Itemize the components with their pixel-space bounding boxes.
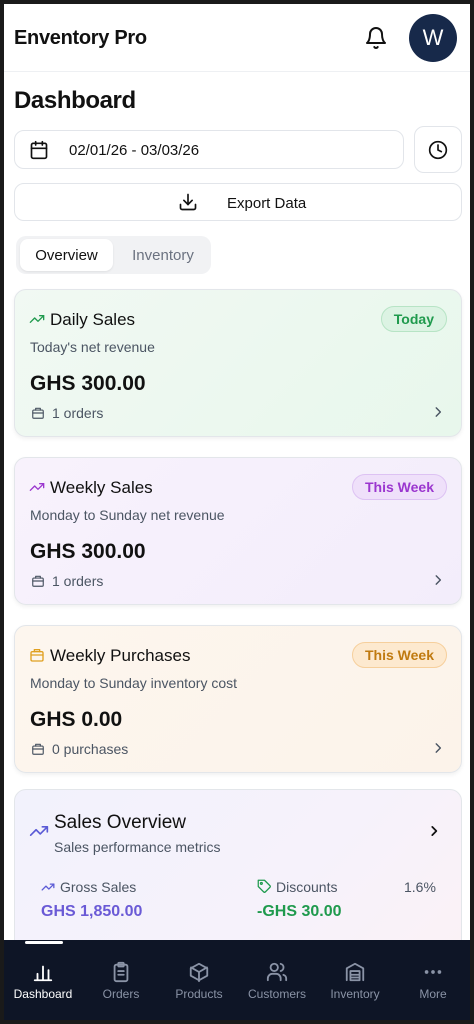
avatar[interactable]: W bbox=[409, 14, 457, 62]
trending-up-icon bbox=[29, 826, 49, 837]
nav-label: Orders bbox=[102, 987, 140, 1001]
export-data-label: Export Data bbox=[227, 195, 307, 212]
users-icon bbox=[266, 962, 288, 982]
history-button[interactable] bbox=[414, 126, 462, 173]
card-subtitle: Monday to Sunday net revenue bbox=[30, 507, 225, 523]
overview-subtitle: Sales performance metrics bbox=[54, 839, 221, 855]
nav-label: Products bbox=[175, 987, 223, 1001]
nav-customers[interactable]: Customers bbox=[238, 940, 316, 1020]
period-badge: This Week bbox=[352, 642, 447, 668]
sales-overview-card[interactable]: Sales Overview Sales performance metrics… bbox=[14, 789, 462, 959]
clock-icon bbox=[428, 140, 448, 160]
nav-more[interactable]: More bbox=[394, 940, 470, 1020]
package-icon bbox=[30, 649, 44, 662]
nav-orders[interactable]: Orders bbox=[82, 940, 160, 1020]
top-bar: Enventory Pro W bbox=[4, 4, 470, 72]
nav-label: Dashboard bbox=[13, 987, 73, 1001]
calendar-icon bbox=[30, 140, 48, 160]
nav-label: Inventory bbox=[330, 987, 380, 1001]
page-title: Dashboard bbox=[14, 87, 136, 114]
card-amount: GHS 300.00 bbox=[30, 372, 146, 395]
discounts-percent: 1.6% bbox=[404, 879, 436, 895]
trending-up-icon bbox=[41, 883, 55, 891]
overview-title: Sales Overview bbox=[54, 812, 186, 833]
daily-sales-card[interactable]: Daily Sales Today Today's net revenue GH… bbox=[14, 289, 462, 437]
chevron-right-icon bbox=[435, 407, 442, 417]
tag-icon bbox=[257, 879, 271, 893]
card-count: 0 purchases bbox=[52, 741, 129, 757]
nav-label: Customers bbox=[247, 987, 306, 1001]
chevron-right-icon bbox=[435, 743, 442, 753]
tab-inventory[interactable]: Inventory bbox=[118, 239, 208, 271]
date-range-text: 02/01/26 - 03/03/26 bbox=[69, 142, 200, 159]
period-badge: This Week bbox=[352, 474, 447, 500]
period-badge: Today bbox=[380, 306, 447, 332]
gross-sales-value: GHS 1,850.00 bbox=[41, 903, 143, 920]
app-title: Enventory Pro bbox=[14, 27, 147, 49]
card-count: 1 orders bbox=[52, 573, 104, 589]
chevron-right-icon[interactable] bbox=[427, 823, 441, 839]
app-frame: Enventory Pro W Dashboard 02/01/26 - 03/… bbox=[4, 4, 470, 1020]
card-subtitle: Monday to Sunday inventory cost bbox=[30, 675, 238, 691]
chevron-right-icon bbox=[435, 575, 442, 585]
nav-label: More bbox=[419, 987, 447, 1001]
tab-overview[interactable]: Overview bbox=[20, 239, 113, 271]
card-amount: GHS 300.00 bbox=[30, 540, 146, 563]
bar-chart-icon bbox=[33, 965, 53, 982]
gross-sales-label: Gross Sales bbox=[60, 879, 137, 895]
date-range-picker[interactable]: 02/01/26 - 03/03/26 bbox=[14, 130, 404, 169]
box-icon bbox=[189, 962, 209, 983]
export-data-button[interactable]: Export Data bbox=[14, 183, 462, 221]
weekly-purchases-card[interactable]: Weekly Purchases This Week Monday to Sun… bbox=[14, 625, 462, 773]
card-subtitle: Today's net revenue bbox=[30, 339, 155, 355]
download-icon bbox=[179, 193, 197, 211]
package-icon bbox=[32, 743, 44, 755]
nav-inventory[interactable]: Inventory bbox=[316, 940, 394, 1020]
card-title: Weekly Purchases bbox=[50, 646, 191, 665]
card-title: Daily Sales bbox=[50, 310, 136, 329]
card-title: Weekly Sales bbox=[50, 478, 153, 497]
bell-icon[interactable] bbox=[364, 26, 388, 50]
discounts-label: Discounts bbox=[276, 879, 338, 895]
card-count: 1 orders bbox=[52, 405, 104, 421]
clipboard-icon bbox=[113, 961, 129, 983]
weekly-sales-card[interactable]: Weekly Sales This Week Monday to Sunday … bbox=[14, 457, 462, 605]
view-tabs: Overview Inventory bbox=[16, 236, 211, 274]
card-amount: GHS 0.00 bbox=[30, 708, 123, 731]
bottom-navigation: Dashboard Orders Products Customers Inve bbox=[4, 940, 470, 1020]
package-icon bbox=[32, 575, 44, 587]
warehouse-icon bbox=[345, 962, 365, 982]
trending-up-icon bbox=[29, 483, 45, 491]
nav-products[interactable]: Products bbox=[160, 940, 238, 1020]
trending-up-icon bbox=[29, 315, 45, 323]
nav-dashboard[interactable]: Dashboard bbox=[4, 940, 82, 1020]
discounts-value: -GHS 30.00 bbox=[257, 903, 342, 920]
package-icon bbox=[32, 407, 44, 419]
more-icon bbox=[424, 970, 442, 974]
